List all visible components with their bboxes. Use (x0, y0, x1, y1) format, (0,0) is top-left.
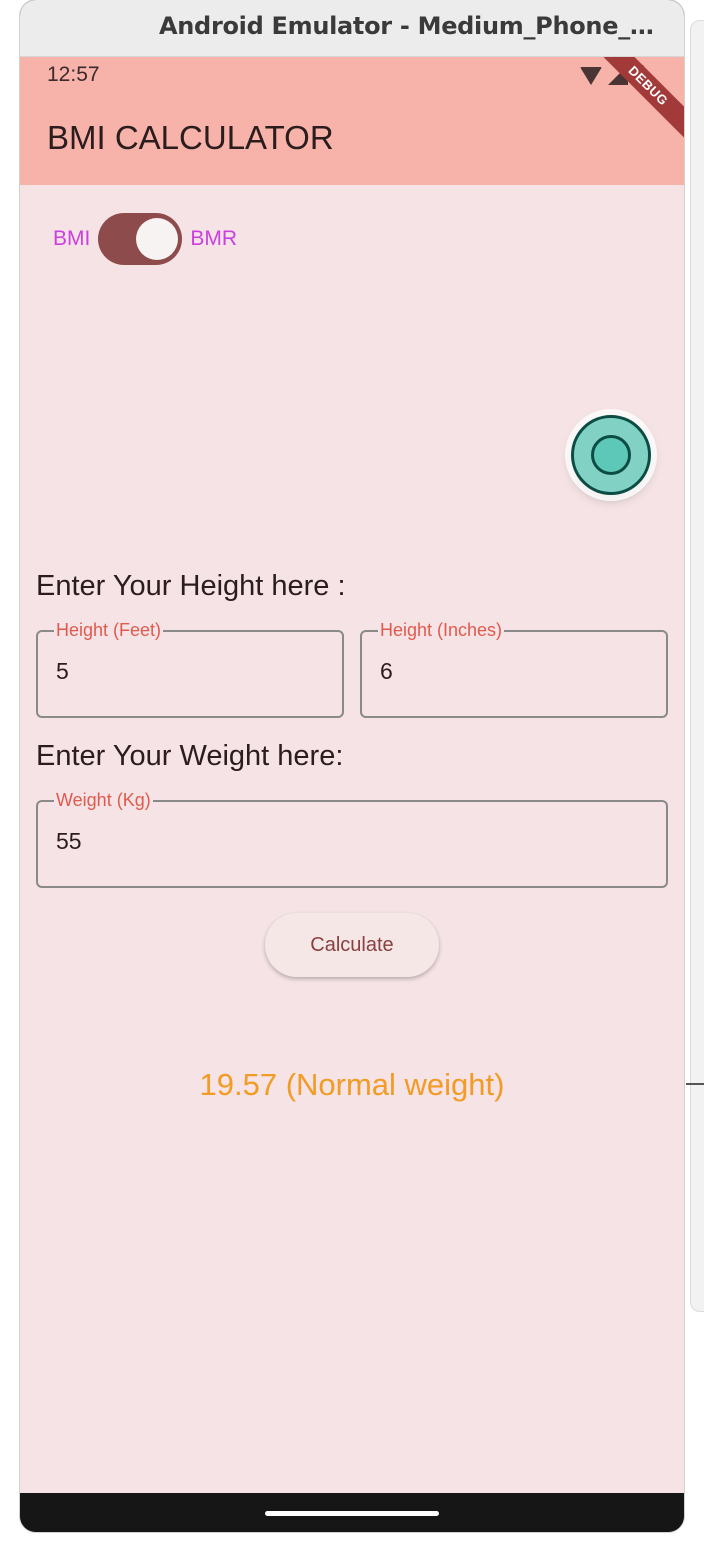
height-inches-value: 6 (380, 658, 393, 684)
floating-record-button[interactable] (571, 415, 651, 495)
switch-thumb (136, 218, 179, 260)
app-title: BMI CALCULATOR (47, 119, 334, 156)
system-nav-bar (20, 1493, 684, 1532)
side-panel-divider (686, 1083, 704, 1085)
emulator-window: Android Emulator - Medium_Phone_API_35:5… (20, 0, 684, 1532)
calculate-button[interactable]: Calculate (265, 913, 439, 977)
height-heading: Enter Your Height here : (36, 570, 346, 602)
app-bar: 12:57 DEBUG BMI CALCULATOR (20, 57, 684, 185)
height-feet-label: Height (Feet) (54, 619, 164, 641)
status-time: 12:57 (47, 63, 100, 86)
weight-value: 55 (56, 828, 82, 854)
height-inches-field[interactable]: Height (Inches) 6 (360, 619, 668, 718)
mode-switch[interactable] (98, 213, 183, 265)
weight-field[interactable]: Weight (Kg) 55 (36, 789, 668, 888)
height-feet-value: 5 (56, 658, 69, 684)
height-inches-label: Height (Inches) (378, 619, 505, 641)
wifi-icon (580, 67, 602, 85)
mode-toggle-row: BMI BMR (53, 213, 237, 265)
bmi-result: 19.57 (Normal weight) (199, 1067, 505, 1102)
window-title: Android Emulator - Medium_Phone_API_35:5… (159, 12, 659, 40)
record-dot-icon (591, 435, 631, 475)
window-titlebar[interactable]: Android Emulator - Medium_Phone_API_35:5… (20, 0, 684, 57)
bmi-label: BMI (53, 227, 91, 250)
phone-screen: 12:57 DEBUG BMI CALCULATOR BMI BMR Enter… (20, 57, 684, 1493)
height-feet-field[interactable]: Height (Feet) 5 (36, 619, 344, 718)
bmr-label: BMR (190, 227, 238, 250)
weight-heading: Enter Your Weight here: (36, 740, 344, 772)
emulator-side-panel (690, 20, 704, 1312)
home-gesture-handle[interactable] (265, 1511, 439, 1516)
weight-label: Weight (Kg) (54, 789, 153, 811)
